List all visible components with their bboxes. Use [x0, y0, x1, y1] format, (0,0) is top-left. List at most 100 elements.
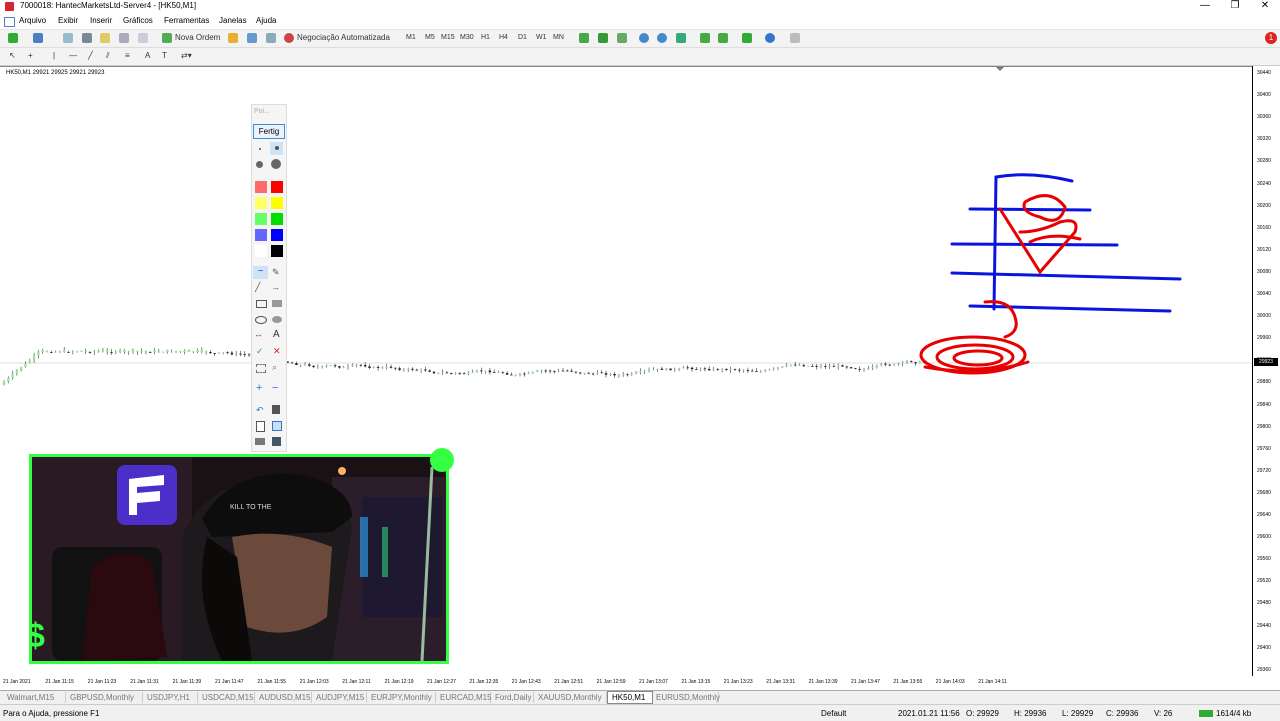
navigator-icon[interactable] — [100, 33, 110, 43]
print-icon[interactable] — [255, 438, 265, 445]
periods-icon[interactable] — [765, 33, 775, 43]
minimize-button[interactable]: — — [1190, 0, 1220, 14]
filled-rectangle-tool-icon[interactable] — [272, 300, 282, 307]
terminal-icon[interactable] — [119, 33, 129, 43]
menu-arquivo[interactable]: Arquivo — [19, 16, 46, 25]
timeframe-mn[interactable]: MN — [553, 32, 564, 44]
indicators-icon[interactable] — [742, 33, 752, 43]
timeframe-w1[interactable]: W1 — [536, 32, 547, 44]
close-button[interactable]: ✕ — [1250, 0, 1280, 14]
rectangle-tool-icon[interactable] — [256, 300, 267, 308]
vertical-line-icon[interactable]: | — [53, 50, 55, 62]
cancel-icon[interactable]: ✕ — [273, 346, 281, 357]
timeframe-m5[interactable]: M5 — [425, 32, 435, 44]
trash-icon[interactable] — [272, 405, 280, 414]
shapes-dropdown-icon[interactable]: ⇄▾ — [181, 50, 192, 62]
color-swatch[interactable] — [255, 229, 267, 241]
check-icon[interactable]: ✓ — [256, 346, 264, 357]
timeframe-h4[interactable]: H4 — [499, 32, 508, 44]
timeframe-m30[interactable]: M30 — [460, 32, 474, 44]
menu-ajuda[interactable]: Ajuda — [256, 16, 276, 25]
text-label-icon[interactable]: T — [162, 50, 167, 62]
save-icon[interactable] — [272, 437, 281, 446]
chart-tab[interactable]: USDJPY,H1 — [143, 692, 198, 703]
color-swatch[interactable] — [271, 229, 283, 241]
menu-graficos[interactable]: Gráficos — [123, 16, 153, 25]
brush-large-icon[interactable] — [256, 161, 263, 168]
chart-tab[interactable]: Walmart,M15 — [3, 692, 66, 703]
chart-tab[interactable]: EURUSD,Monthly — [652, 692, 720, 703]
timeframe-d1[interactable]: D1 — [518, 32, 527, 44]
horizontal-line-icon[interactable]: — — [69, 50, 77, 62]
fibonacci-icon[interactable]: ≡ — [125, 50, 130, 62]
new-order-button[interactable]: Nova Ordem — [175, 32, 220, 44]
vps-icon[interactable] — [266, 33, 276, 43]
select-area-icon[interactable] — [256, 364, 266, 373]
chart-tab[interactable]: XAUUSD,Monthly — [534, 692, 607, 703]
line-tool-icon[interactable]: ╱ — [255, 282, 260, 293]
freehand-tool-icon[interactable]: ~ — [253, 266, 268, 279]
autoscroll-icon[interactable] — [700, 33, 710, 43]
trendline-icon[interactable]: ╱ — [88, 50, 93, 62]
maximize-button[interactable]: ❐ — [1220, 0, 1250, 14]
metaeditor-icon[interactable] — [228, 33, 238, 43]
color-swatch[interactable] — [271, 181, 283, 193]
auto-trading-icon[interactable] — [284, 33, 294, 43]
color-swatch[interactable] — [271, 245, 283, 257]
brush-medium-icon[interactable] — [270, 142, 283, 155]
auto-trading-button[interactable]: Negociação Automatizada — [297, 32, 390, 44]
cursor-icon[interactable]: ↖ — [9, 50, 16, 62]
color-swatch[interactable] — [271, 213, 283, 225]
channel-icon[interactable]: ⫽ — [106, 50, 110, 62]
text-tool-icon[interactable]: A — [273, 329, 280, 340]
tile-windows-icon[interactable] — [676, 33, 686, 43]
timeframe-m15[interactable]: M15 — [441, 32, 455, 44]
candle-chart-icon[interactable] — [598, 33, 608, 43]
arrow-tool-icon[interactable]: → — [271, 282, 280, 292]
color-swatch[interactable] — [255, 213, 267, 225]
tester-icon[interactable] — [138, 33, 148, 43]
chart-tab[interactable]: AUDUSD,M15 — [255, 692, 312, 703]
new-chart-icon[interactable] — [8, 33, 18, 43]
zoom-out-icon[interactable] — [657, 33, 667, 43]
double-arrow-tool-icon[interactable]: ↔ — [254, 329, 263, 339]
minus-icon[interactable]: − — [272, 382, 278, 394]
brush-xlarge-icon[interactable] — [271, 159, 281, 169]
chart-tab[interactable]: AUDJPY,M15 — [312, 692, 367, 703]
crosshair-icon[interactable]: + — [28, 50, 33, 62]
chart-tab[interactable]: Ford,Daily — [491, 692, 534, 703]
zoom-tool-icon[interactable]: ⌕ — [272, 362, 277, 373]
plus-icon[interactable]: + — [256, 382, 262, 394]
mdi-icon[interactable] — [4, 17, 15, 27]
market-watch-icon[interactable] — [63, 33, 73, 43]
templates-icon[interactable] — [790, 33, 800, 43]
eraser-tool-icon[interactable]: ✎ — [272, 267, 280, 278]
data-window-icon[interactable] — [82, 33, 92, 43]
chart-shift-icon[interactable] — [718, 33, 728, 43]
undo-icon[interactable]: ↶ — [256, 405, 264, 416]
filled-ellipse-tool-icon[interactable] — [272, 316, 282, 323]
menu-exibir[interactable]: Exibir — [58, 16, 78, 25]
text-icon[interactable]: A — [145, 50, 150, 62]
chart-tab[interactable]: EURJPY,Monthly — [367, 692, 436, 703]
color-swatch[interactable] — [255, 197, 267, 209]
copy-icon[interactable] — [272, 421, 282, 431]
timeframe-m1[interactable]: M1 — [406, 32, 416, 44]
line-chart-icon[interactable] — [617, 33, 627, 43]
chart-tab[interactable]: GBPUSD,Monthly — [66, 692, 143, 703]
chart-tab[interactable]: HK50,M1 — [607, 691, 653, 704]
profiles-icon[interactable] — [33, 33, 43, 43]
zoom-in-icon[interactable] — [639, 33, 649, 43]
chart-tab[interactable]: USDCAD,M15 — [198, 692, 255, 703]
signals-icon[interactable] — [247, 33, 257, 43]
price-scale[interactable]: 30440 30400 30360 30320 30280 30240 30200 30160… — [1252, 66, 1280, 676]
notification-badge[interactable]: 1 — [1265, 32, 1277, 44]
chart-tab[interactable]: EURCAD,M15 — [436, 692, 492, 703]
timeframe-h1[interactable]: H1 — [481, 32, 490, 44]
menu-inserir[interactable]: Inserir — [90, 16, 112, 25]
menu-ferramentas[interactable]: Ferramentas — [164, 16, 209, 25]
brush-small-icon[interactable] — [259, 148, 261, 150]
bar-chart-icon[interactable] — [579, 33, 589, 43]
color-swatch[interactable] — [255, 245, 267, 257]
color-swatch[interactable] — [271, 197, 283, 209]
